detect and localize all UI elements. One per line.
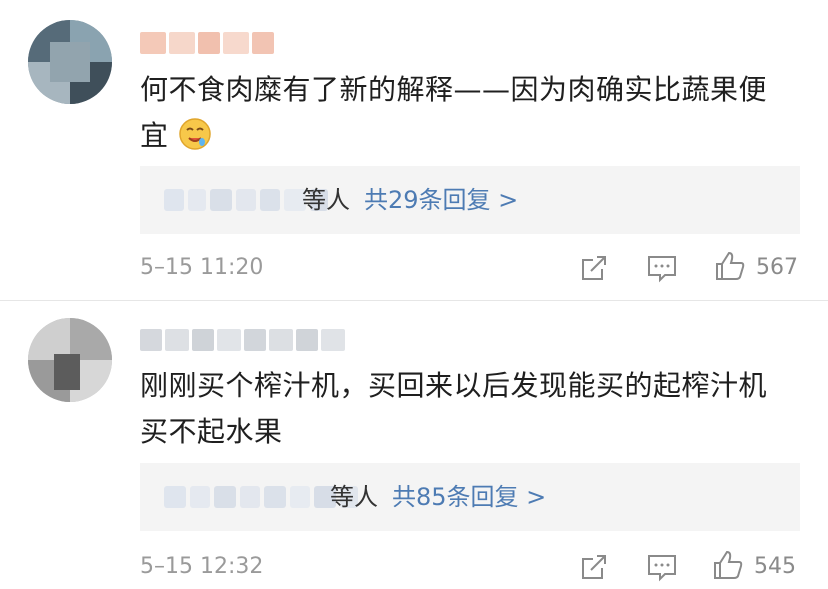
like-count: 545 — [754, 554, 796, 579]
timestamp: 5–15 11:20 — [140, 255, 264, 280]
reply-count-link[interactable]: 共29条回复 > — [364, 186, 518, 214]
share-icon[interactable] — [578, 551, 610, 583]
reply-summary[interactable]: 等人 共85条回复 > — [330, 463, 546, 531]
comment-item: 何不食肉糜有了新的解释——因为肉确实比蔬果便 宜 等人 共29条回复 > 5–15… — [0, 0, 828, 300]
timestamp: 5–15 12:32 — [140, 554, 264, 579]
reply-summary[interactable]: 等人 共29条回复 > — [302, 166, 518, 234]
like-count: 567 — [756, 255, 798, 280]
comment-item: 刚刚买个榨汁机，买回来以后发现能买的起榨汁机 买不起水果 等人 共85条回复 > … — [0, 301, 828, 589]
comment-text-line: 买不起水果 — [140, 415, 283, 448]
comment-text: 何不食肉糜有了新的解释——因为肉确实比蔬果便 宜 — [140, 67, 810, 159]
reply-users-label: 等人 — [302, 186, 350, 214]
comment-text-line: 刚刚买个榨汁机，买回来以后发现能买的起榨汁机 — [140, 369, 768, 402]
reply-users-blurred — [164, 483, 358, 511]
comment-text-line: 何不食肉糜有了新的解释——因为肉确实比蔬果便 — [140, 73, 768, 106]
avatar[interactable] — [28, 20, 112, 104]
replies-box[interactable]: 等人 共85条回复 > — [140, 463, 800, 531]
comment-text: 刚刚买个榨汁机，买回来以后发现能买的起榨汁机 买不起水果 — [140, 363, 810, 455]
comment-text-line: 宜 — [140, 113, 810, 159]
username-blurred[interactable] — [140, 32, 274, 54]
like-icon[interactable] — [712, 549, 744, 581]
drooling-face-emoji-icon — [179, 118, 211, 150]
username-blurred[interactable] — [140, 329, 345, 351]
replies-box[interactable]: 等人 共29条回复 > — [140, 166, 800, 234]
reply-users-label: 等人 — [330, 483, 378, 511]
comment-icon[interactable] — [646, 551, 678, 583]
reply-count-link[interactable]: 共85条回复 > — [392, 483, 546, 511]
like-icon[interactable] — [714, 250, 746, 282]
avatar[interactable] — [28, 318, 112, 402]
comment-icon[interactable] — [646, 252, 678, 284]
share-icon[interactable] — [578, 252, 610, 284]
